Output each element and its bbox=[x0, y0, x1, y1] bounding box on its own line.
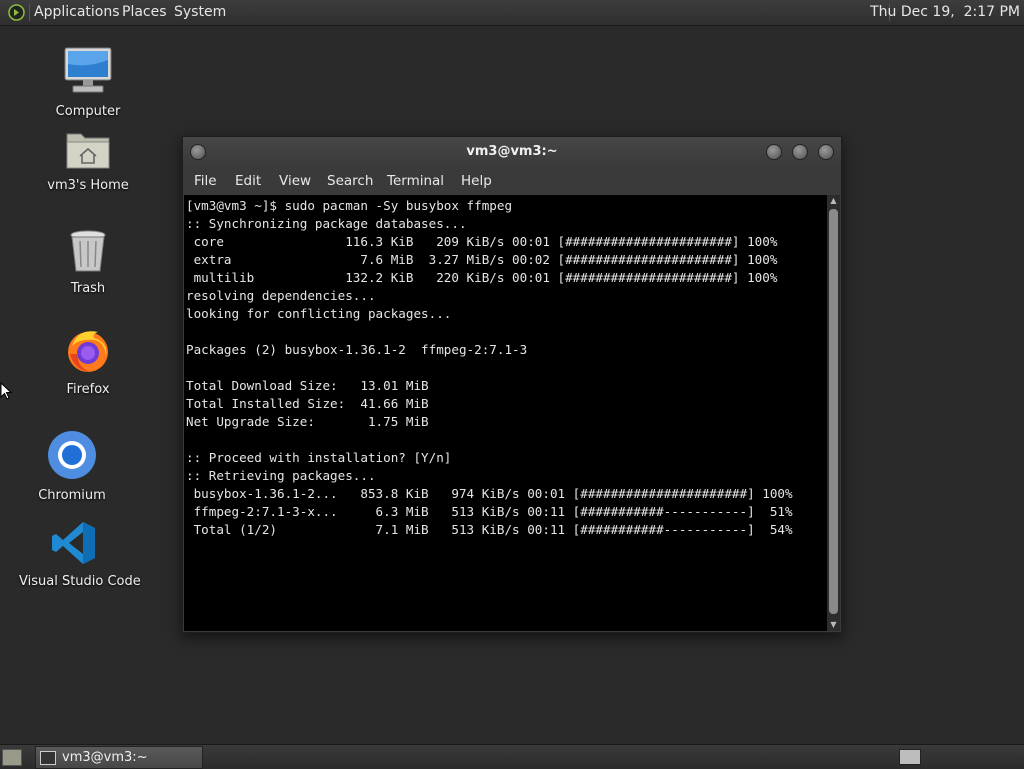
terminal-line: multilib 132.2 KiB 220 KiB/s 00:01 [####… bbox=[186, 270, 778, 285]
terminal-line: Total Download Size: 13.01 MiB bbox=[186, 378, 429, 393]
window-menu-button[interactable] bbox=[190, 144, 206, 160]
desktop-icon-chromium[interactable]: Chromium bbox=[17, 430, 127, 503]
terminal-line: :: Proceed with installation? [Y/n] bbox=[186, 450, 452, 465]
terminal-line: looking for conflicting packages... bbox=[186, 306, 452, 321]
terminal-line: extra 7.6 MiB 3.27 MiB/s 00:02 [########… bbox=[186, 252, 778, 267]
window-titlebar[interactable]: vm3@vm3:~ bbox=[183, 137, 841, 167]
desktop-icon-label: Computer bbox=[55, 104, 121, 119]
taskbar-item-label: vm3@vm3:~ bbox=[62, 750, 148, 765]
menu-search[interactable]: Search bbox=[327, 167, 373, 195]
menu-view[interactable]: View bbox=[279, 167, 311, 195]
terminal-window[interactable]: vm3@vm3:~ File Edit View Search Terminal… bbox=[182, 136, 842, 633]
panel-separator bbox=[29, 4, 30, 21]
terminal-line: Total (1/2) 7.1 MiB 513 KiB/s 00:11 [###… bbox=[186, 522, 793, 537]
terminal-line: :: Retrieving packages... bbox=[186, 468, 376, 483]
bottom-panel: vm3@vm3:~ bbox=[0, 744, 1024, 769]
trash-icon bbox=[70, 230, 106, 272]
clock[interactable]: Thu Dec 19, 2:17 PM bbox=[870, 0, 1020, 25]
terminal-output[interactable]: [vm3@vm3 ~]$ sudo pacman -Sy busybox ffm… bbox=[184, 195, 827, 631]
chromium-icon bbox=[48, 431, 96, 479]
desktop-icon-trash[interactable]: Trash bbox=[33, 229, 143, 296]
terminal-line: core 116.3 KiB 209 KiB/s 00:01 [########… bbox=[186, 234, 778, 249]
home-folder-icon bbox=[66, 133, 110, 169]
desktop-icon-firefox[interactable]: Firefox bbox=[33, 326, 143, 397]
computer-icon bbox=[64, 47, 112, 93]
taskbar-item-terminal[interactable]: vm3@vm3:~ bbox=[35, 746, 203, 769]
minimize-button[interactable] bbox=[766, 144, 782, 160]
terminal-menubar: File Edit View Search Terminal Help bbox=[183, 167, 841, 195]
terminal-line: ffmpeg-2:7.1-3-x... 6.3 MiB 513 KiB/s 00… bbox=[186, 504, 793, 519]
mouse-pointer-icon bbox=[0, 382, 12, 400]
top-panel: Applications Places System Thu Dec 19, 2… bbox=[0, 0, 1024, 26]
scrollbar-thumb[interactable] bbox=[829, 209, 838, 614]
scroll-down-arrow-icon[interactable]: ▼ bbox=[827, 619, 840, 631]
terminal-line: resolving dependencies... bbox=[186, 288, 376, 303]
maximize-button[interactable] bbox=[792, 144, 808, 160]
workspace-switcher[interactable] bbox=[899, 749, 921, 765]
applications-menu[interactable]: Applications bbox=[34, 0, 120, 25]
system-menu[interactable]: System bbox=[174, 0, 226, 25]
terminal-line: Total Installed Size: 41.66 MiB bbox=[186, 396, 429, 411]
menu-help[interactable]: Help bbox=[461, 167, 492, 195]
close-button[interactable] bbox=[818, 144, 834, 160]
distro-logo-icon[interactable] bbox=[8, 4, 25, 21]
terminal-line: busybox-1.36.1-2... 853.8 KiB 974 KiB/s … bbox=[186, 486, 793, 501]
terminal-scrollbar[interactable]: ▲ ▼ bbox=[827, 195, 840, 631]
terminal-icon bbox=[40, 751, 56, 765]
desktop-icon-label: Chromium bbox=[38, 488, 106, 503]
menu-file[interactable]: File bbox=[194, 167, 217, 195]
desktop-icon-label: Visual Studio Code bbox=[19, 574, 141, 589]
firefox-icon bbox=[68, 331, 108, 372]
desktop-icon-home[interactable]: vm3's Home bbox=[33, 128, 143, 193]
scroll-up-arrow-icon[interactable]: ▲ bbox=[827, 195, 840, 207]
places-menu[interactable]: Places bbox=[122, 0, 167, 25]
menu-edit[interactable]: Edit bbox=[235, 167, 261, 195]
show-desktop-icon[interactable] bbox=[2, 749, 22, 766]
desktop-icon-label: Trash bbox=[70, 281, 106, 296]
terminal-line: Net Upgrade Size: 1.75 MiB bbox=[186, 414, 429, 429]
terminal-line: Packages (2) busybox-1.36.1-2 ffmpeg-2:7… bbox=[186, 342, 528, 357]
desktop-icon-computer[interactable]: Computer bbox=[33, 46, 143, 119]
desktop-icon-label: Firefox bbox=[66, 382, 110, 397]
desktop-icon-label: vm3's Home bbox=[47, 178, 129, 193]
desktop-icon-vscode[interactable]: Visual Studio Code bbox=[19, 520, 141, 589]
terminal-line: :: Synchronizing package databases... bbox=[186, 216, 467, 231]
vscode-icon bbox=[52, 522, 95, 564]
window-title: vm3@vm3:~ bbox=[466, 144, 558, 159]
menu-terminal[interactable]: Terminal bbox=[387, 167, 444, 195]
terminal-line: [vm3@vm3 ~]$ sudo pacman -Sy busybox ffm… bbox=[186, 198, 513, 213]
